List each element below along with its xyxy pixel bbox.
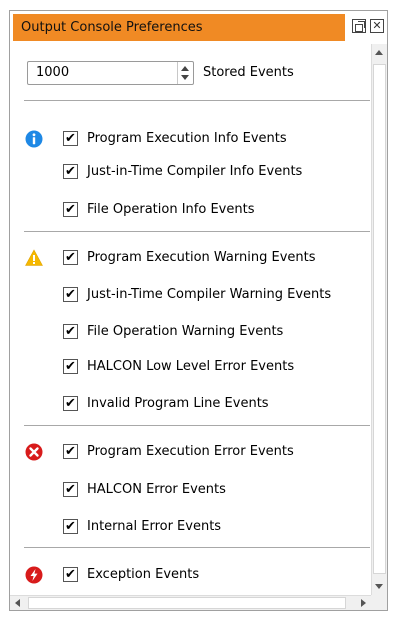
event-label: Internal Error Events [87,519,222,534]
event-checkbox[interactable]: ✔ [63,164,78,179]
event-row-invalid-program-line[interactable]: ✔ Invalid Program Line Events [10,393,371,415]
exception-icon [25,566,43,584]
separator [24,100,370,101]
event-row-halcon-error[interactable]: ✔ HALCON Error Events [10,479,371,501]
event-label: File Operation Info Events [87,202,255,217]
stored-events-spinbox[interactable]: 1000 [27,61,194,85]
vertical-scrollbar[interactable] [371,44,387,595]
horizontal-scroll-thumb[interactable] [28,597,346,609]
event-label: HALCON Low Level Error Events [87,359,295,374]
scroll-up-icon[interactable] [375,50,383,55]
stored-events-label: Stored Events [203,65,294,80]
event-label: Just-in-Time Compiler Info Events [87,164,303,179]
event-checkbox[interactable]: ✔ [63,482,78,497]
title-bar: Output Console Preferences ✕ [10,11,387,44]
warning-icon [25,249,43,266]
scroll-down-icon[interactable] [375,584,383,589]
window-title[interactable]: Output Console Preferences [13,14,345,41]
event-row-program-execution-info[interactable]: ✔ Program Execution Info Events [10,128,371,150]
horizontal-scrollbar[interactable] [10,595,371,610]
event-row-internal-error[interactable]: ✔ Internal Error Events [10,516,371,538]
event-label: Program Execution Error Events [87,444,294,459]
spin-down-icon[interactable] [181,75,189,80]
event-row-exception[interactable]: ✔ Exception Events [10,564,371,586]
event-label: File Operation Warning Events [87,324,284,339]
event-checkbox[interactable]: ✔ [63,250,78,265]
separator [24,231,370,232]
event-label: HALCON Error Events [87,482,226,497]
event-row-jit-compiler-info[interactable]: ✔ Just-in-Time Compiler Info Events [10,161,371,183]
event-label: Exception Events [87,567,200,582]
spin-up-icon[interactable] [181,66,189,71]
event-row-file-operation-warning[interactable]: ✔ File Operation Warning Events [10,321,371,343]
event-checkbox[interactable]: ✔ [63,396,78,411]
event-row-jit-compiler-warning[interactable]: ✔ Just-in-Time Compiler Warning Events [10,284,371,306]
error-icon [25,443,43,461]
float-window-icon[interactable] [352,19,366,33]
output-console-preferences-window: Output Console Preferences ✕ 1000 Stored… [9,10,388,611]
event-label: Program Execution Info Events [87,131,287,146]
stored-events-value[interactable]: 1000 [36,62,69,84]
scroll-left-icon[interactable] [15,599,20,607]
separator [24,547,370,548]
event-row-program-execution-warning[interactable]: ✔ Program Execution Warning Events [10,247,371,269]
event-row-halcon-low-level-error[interactable]: ✔ HALCON Low Level Error Events [10,356,371,378]
separator [24,425,370,426]
event-checkbox[interactable]: ✔ [63,202,78,217]
event-row-file-operation-info[interactable]: ✔ File Operation Info Events [10,199,371,221]
event-checkbox[interactable]: ✔ [63,287,78,302]
event-label: Invalid Program Line Events [87,396,269,411]
close-icon[interactable]: ✕ [370,19,384,33]
event-label: Just-in-Time Compiler Warning Events [87,287,332,302]
spinbox-arrows[interactable] [177,62,193,84]
event-checkbox[interactable]: ✔ [63,444,78,459]
event-checkbox[interactable]: ✔ [63,131,78,146]
preferences-content: 1000 Stored Events ✔ Program Execution I… [10,44,371,595]
event-row-program-execution-error[interactable]: ✔ Program Execution Error Events [10,441,371,463]
event-checkbox[interactable]: ✔ [63,519,78,534]
vertical-scroll-thumb[interactable] [373,64,386,574]
scroll-right-icon[interactable] [361,599,366,607]
event-checkbox[interactable]: ✔ [63,359,78,374]
event-checkbox[interactable]: ✔ [63,567,78,582]
event-label: Program Execution Warning Events [87,250,316,265]
scrollbar-corner [371,595,387,610]
info-icon [25,130,43,148]
event-checkbox[interactable]: ✔ [63,324,78,339]
